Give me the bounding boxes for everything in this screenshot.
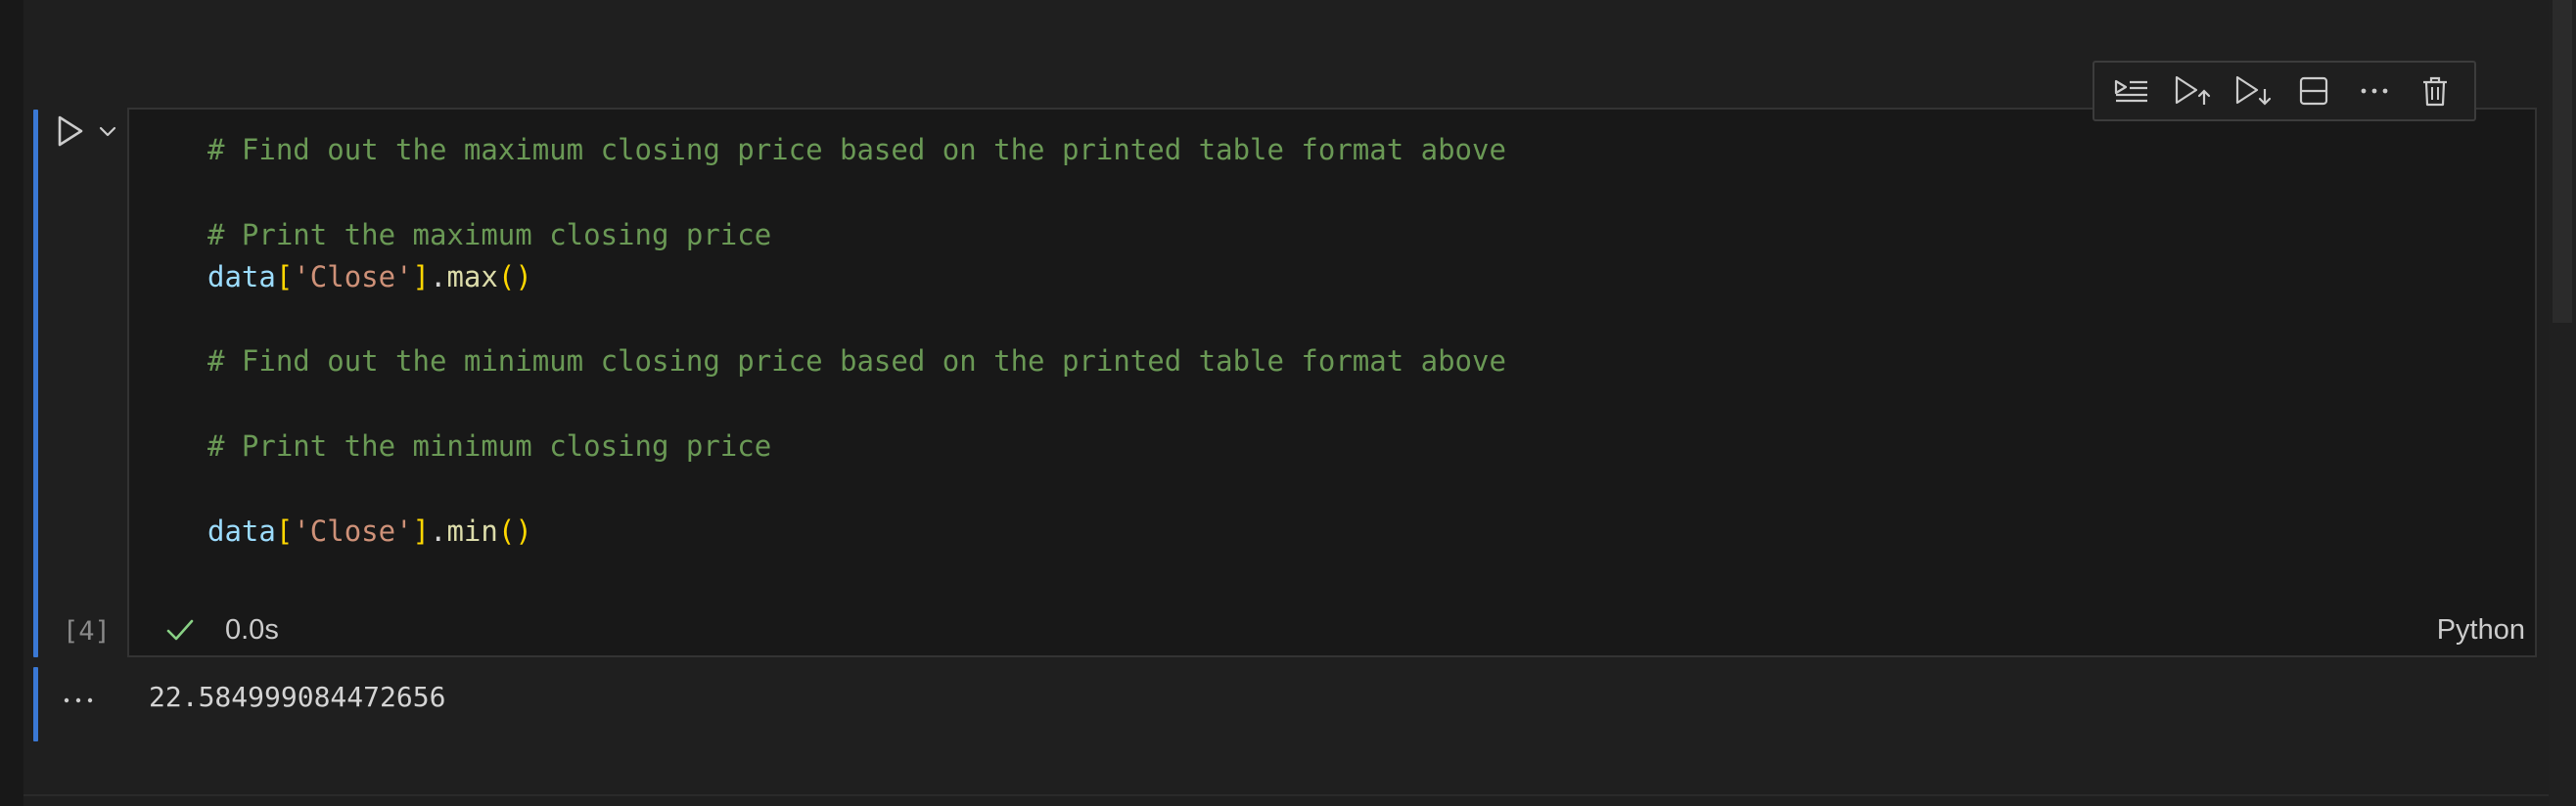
code-line: data['Close'].min() <box>207 511 1506 553</box>
execute-below-icon <box>2235 75 2272 106</box>
code-line: # Find out the minimum closing price bas… <box>207 340 1506 382</box>
code-cell-editor[interactable]: # Find out the maximum closing price bas… <box>127 108 2537 657</box>
execution-time: 0.0s <box>225 614 279 646</box>
code-line: # Print the maximum closing price <box>207 214 1506 256</box>
code-token: [ <box>275 514 294 548</box>
cell-output: 22.584999084472656 <box>149 681 446 713</box>
code-token: 'Close' <box>293 514 413 548</box>
run-cell-button[interactable] <box>53 112 88 151</box>
code-token: max <box>446 259 498 293</box>
scrollbar-thumb[interactable] <box>2553 0 2572 323</box>
execute-above-icon <box>2175 75 2211 105</box>
code-token: # Find out the minimum closing price bas… <box>207 344 1506 379</box>
cell-language-picker[interactable]: Python <box>2437 614 2525 647</box>
code-token: () <box>497 259 532 293</box>
code-token: data <box>207 514 276 548</box>
code-line: data['Close'].max() <box>207 256 1506 298</box>
cell-focus-indicator <box>33 110 38 657</box>
code-token: data <box>207 259 276 293</box>
trash-icon <box>2423 76 2447 107</box>
code-token: ] <box>412 259 430 293</box>
run-by-line-button[interactable] <box>2102 66 2161 116</box>
code-token: # Find out the maximum closing price bas… <box>207 133 1506 166</box>
code-lines: # Find out the maximum closing price bas… <box>207 129 1506 553</box>
delete-cell-button[interactable] <box>2406 66 2464 116</box>
code-token: ] <box>412 514 430 548</box>
notebook-editor: # Find out the maximum closing price bas… <box>0 0 2576 806</box>
split-cell-button[interactable] <box>2284 66 2343 116</box>
ellipsis-icon <box>64 697 93 703</box>
output-actions-button[interactable] <box>59 681 98 720</box>
code-token: [ <box>275 259 294 293</box>
execute-below-cells-button[interactable] <box>2224 66 2282 116</box>
cell-divider <box>23 794 2549 796</box>
more-actions-icon <box>2361 88 2388 94</box>
code-token: 'Close' <box>293 259 413 293</box>
run-by-line-icon <box>2114 79 2147 103</box>
code-token: . <box>430 514 447 548</box>
play-icon <box>58 115 83 147</box>
editor-gutter-strip <box>0 0 23 806</box>
success-check-icon <box>164 614 196 646</box>
vertical-scrollbar[interactable] <box>2549 0 2576 806</box>
split-cell-icon <box>2299 76 2328 106</box>
execution-count: [4] <box>63 616 111 647</box>
chevron-down-icon <box>99 126 116 137</box>
execute-above-cells-button[interactable] <box>2163 66 2222 116</box>
code-token: # Print the maximum closing price <box>207 217 772 251</box>
output-focus-indicator <box>33 667 38 741</box>
run-options-dropdown[interactable] <box>96 119 119 143</box>
code-token: # Print the minimum closing price <box>207 429 772 464</box>
code-token: () <box>497 514 532 548</box>
code-line: # Find out the maximum closing price bas… <box>207 129 1506 171</box>
more-actions-button[interactable] <box>2345 66 2404 116</box>
code-token: . <box>430 259 447 293</box>
code-token: min <box>446 514 498 548</box>
cell-toolbar <box>2093 61 2476 121</box>
code-line: # Print the minimum closing price <box>207 425 1506 468</box>
